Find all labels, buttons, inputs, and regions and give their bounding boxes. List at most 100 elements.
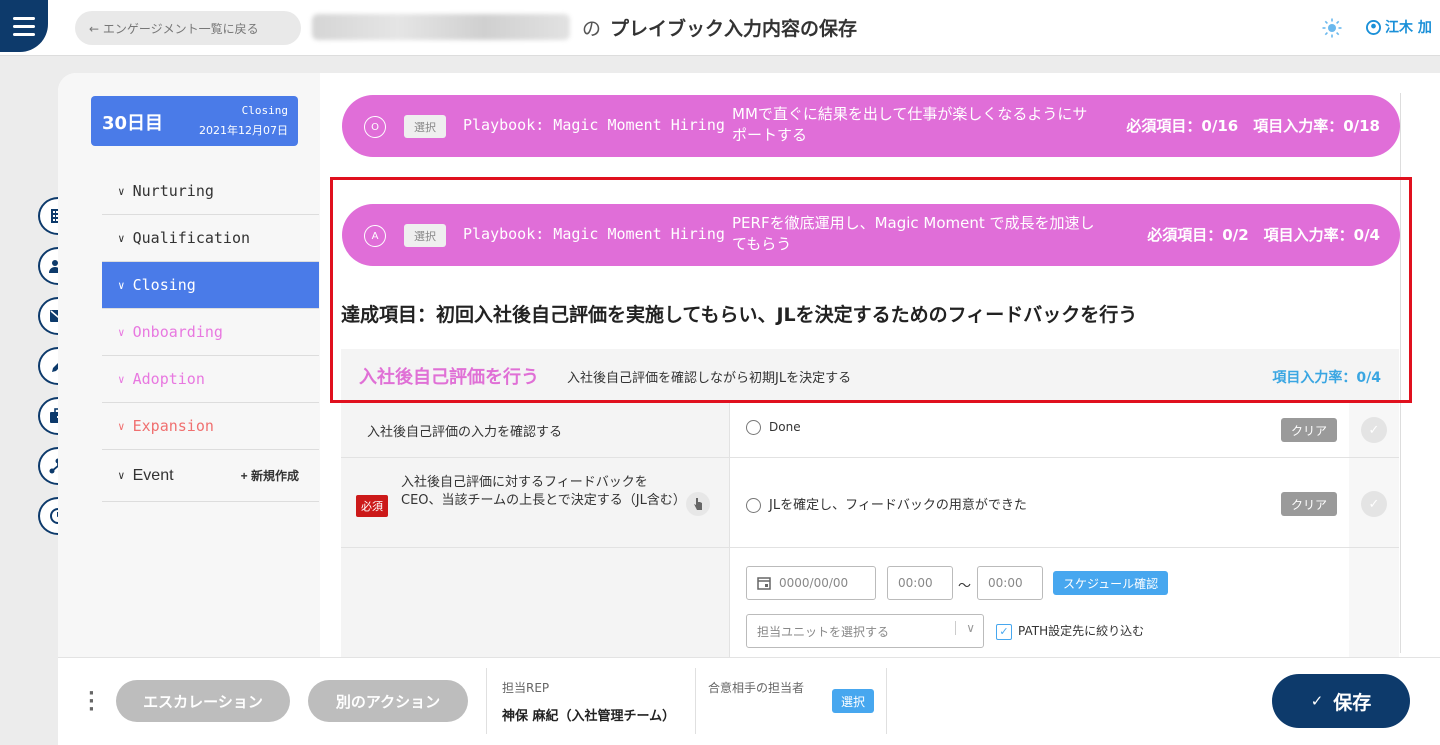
item-label: 入社後自己評価に対するフィードバックをCEO、当該チームの上長とで決定する（JL… <box>401 475 686 508</box>
unit-select[interactable]: 担当ユニットを選択する ∨ <box>746 614 984 648</box>
day-indicator: 30日目 Closing 2021年12月07日 <box>91 96 298 146</box>
stage-sidebar: 30日目 Closing 2021年12月07日 ∨ Nurturing ∨ Qua… <box>58 73 320 657</box>
playbook-select-button[interactable]: 選択 <box>404 224 446 247</box>
blurred-engagement-name <box>312 14 570 40</box>
item-value-cell: Done クリア <box>729 402 1349 457</box>
playbook-desc: MMで直ぐに結果を出して仕事が楽しくなるようにサポートする <box>732 105 1088 144</box>
stage-label: Event <box>132 466 174 484</box>
time-to-input[interactable]: 00:00 <box>977 566 1043 600</box>
current-stage: Closing <box>241 104 288 117</box>
back-to-engagements-button[interactable]: ← エンゲージメント一覧に戻る <box>75 11 301 45</box>
rep-value: 神保 麻紀（入社管理チーム） <box>502 709 676 724</box>
stage-label: Adoption <box>132 370 205 388</box>
chevron-down-icon: ∨ <box>118 419 125 433</box>
date-input[interactable]: 0000/00/00 <box>746 566 876 600</box>
top-header: ← エンゲージメント一覧に戻る の プレイブック入力内容の保存 江木 加 <box>0 0 1440 56</box>
playbook-select-button[interactable]: 選択 <box>404 115 446 138</box>
playbook-stats: 必須項目：0/16 項目入力率：0/18 <box>1126 117 1380 135</box>
action-footer: · · · エスカレーション 別のアクション 担当REP 神保 麻紀（入社管理チーム… <box>58 657 1440 745</box>
more-options-icon[interactable]: · · · <box>88 685 95 719</box>
chevron-down-icon: ∨ <box>955 621 975 635</box>
stage-label: Expansion <box>132 417 214 435</box>
playbook-desc: PERFを徹底運用し、Magic Moment で成長を加速してもらう <box>732 214 1095 253</box>
stage-item-adoption[interactable]: ∨ Adoption <box>102 356 319 403</box>
path-filter-checkbox[interactable]: ✓ PATH設定先に絞り込む <box>996 622 1144 640</box>
stage-item-onboarding[interactable]: ∨ Onboarding <box>102 309 319 356</box>
chevron-down-icon: ∨ <box>118 372 125 386</box>
playbook-marker: A <box>364 225 386 247</box>
task-name: 入社後自己評価を行う <box>359 367 539 388</box>
table-row: 必須 入社後自己評価に対するフィードバックをCEO、当該チームの上長とで決定する… <box>341 457 1399 547</box>
divider <box>486 668 487 734</box>
playbook-bar[interactable]: A 選択 Playbook: Magic Moment Hiring PERFを… <box>342 204 1400 266</box>
user-name: 江木 加 <box>1385 20 1432 36</box>
title-particle: の <box>582 18 602 40</box>
stage-item-closing[interactable]: ∨ Closing <box>102 262 319 309</box>
chevron-down-icon: ∨ <box>118 184 125 198</box>
option-label: JLを確定し、フィードバックの用意ができた <box>769 498 1027 513</box>
required-badge: 必須 <box>356 495 388 517</box>
check-icon: ✓ <box>1310 692 1324 710</box>
rep-label: 担当REP <box>502 681 550 695</box>
goal-heading: 達成項目：初回入社後自己評価を実施してもらい、JLを決定するためのフィードバック… <box>341 304 1138 326</box>
playbook-name: Playbook: Magic Moment Hiring <box>463 225 725 243</box>
path-filter-label: PATH設定先に絞り込む <box>1018 624 1145 638</box>
task-header: 入社後自己評価を行う 入社後自己評価を確認しながら初期JLを決定する 項目入力率… <box>341 349 1399 401</box>
time-from-input[interactable]: 00:00 <box>887 566 953 600</box>
table-row: 0000/00/00 00:00 〜 00:00 スケジュール確認 担当ユニット… <box>341 547 1399 657</box>
clear-button[interactable]: クリア <box>1281 418 1337 442</box>
counterpart-select-button[interactable]: 選択 <box>832 689 874 713</box>
checkbox-checked-icon: ✓ <box>996 623 1012 640</box>
hamburger-menu-button[interactable] <box>0 0 48 52</box>
calendar-icon <box>757 577 771 590</box>
save-button[interactable]: ✓ 保存 <box>1272 674 1410 728</box>
content-scrollbar[interactable] <box>1400 93 1410 653</box>
chevron-down-icon: ∨ <box>118 325 125 339</box>
escalation-button[interactable]: エスカレーション <box>116 680 290 722</box>
check-icon[interactable]: ✓ <box>1361 417 1387 443</box>
radio-icon <box>746 420 761 435</box>
task-rate: 項目入力率：0/4 <box>1272 370 1381 386</box>
other-action-button[interactable]: 別のアクション <box>308 680 468 722</box>
sun-icon[interactable] <box>1322 18 1342 38</box>
playbook-bar[interactable]: O 選択 Playbook: Magic Moment Hiring MMで直ぐ… <box>342 95 1400 157</box>
option-label: Done <box>769 420 801 434</box>
stage-item-qualification[interactable]: ∨ Qualification <box>102 215 319 262</box>
divider <box>886 668 887 734</box>
radio-icon <box>746 498 761 513</box>
item-label: 入社後自己評価の入力を確認する <box>367 425 563 440</box>
chevron-down-icon: ∨ <box>118 469 125 482</box>
playbook-marker: O <box>364 116 386 138</box>
check-icon[interactable]: ✓ <box>1361 491 1387 517</box>
hand-pointer-icon[interactable] <box>686 492 710 516</box>
task-desc: 入社後自己評価を確認しながら初期JLを決定する <box>567 371 852 386</box>
unit-placeholder: 担当ユニットを選択する <box>757 624 890 639</box>
item-label-cell <box>341 548 729 657</box>
schedule-confirm-button[interactable]: スケジュール確認 <box>1053 571 1169 595</box>
day-count: 30日目 <box>102 113 164 134</box>
jl-confirmed-option[interactable]: JLを確定し、フィードバックの用意ができた <box>746 494 1027 513</box>
new-event-button[interactable]: + 新規作成 <box>241 467 299 484</box>
playbook-name: Playbook: Magic Moment Hiring <box>463 116 725 134</box>
item-value-cell: JLを確定し、フィードバックの用意ができた クリア <box>729 458 1349 547</box>
playbook-content: O 選択 Playbook: Magic Moment Hiring MMで直ぐ… <box>320 73 1410 657</box>
main-panel: 30日目 Closing 2021年12月07日 ∨ Nurturing ∨ Qua… <box>58 73 1440 745</box>
stage-label: Onboarding <box>132 323 223 341</box>
user-icon <box>1366 19 1381 35</box>
page-title: プレイブック入力内容の保存 <box>610 18 858 40</box>
date-placeholder: 0000/00/00 <box>779 576 849 590</box>
stage-item-event[interactable]: ∨ Event + 新規作成 <box>102 450 319 502</box>
time-range-separator: 〜 <box>958 579 972 594</box>
stage-label: Closing <box>132 276 196 294</box>
item-label-cell: 必須 入社後自己評価に対するフィードバックをCEO、当該チームの上長とで決定する… <box>341 458 729 547</box>
user-menu[interactable]: 江木 加 <box>1366 17 1432 37</box>
stage-date: 2021年12月07日 <box>199 124 288 137</box>
stage-item-nurturing[interactable]: ∨ Nurturing <box>102 168 319 215</box>
stage-item-expansion[interactable]: ∨ Expansion <box>102 403 319 450</box>
playbook-stats: 必須項目：0/2 項目入力率：0/4 <box>1147 226 1380 244</box>
item-label-cell: 入社後自己評価の入力を確認する <box>341 402 729 457</box>
clear-button[interactable]: クリア <box>1281 492 1337 516</box>
stage-list: ∨ Nurturing ∨ Qualification ∨ Closing ∨ Onbo… <box>102 168 319 502</box>
done-option[interactable]: Done <box>746 420 801 435</box>
chevron-down-icon: ∨ <box>118 231 125 245</box>
